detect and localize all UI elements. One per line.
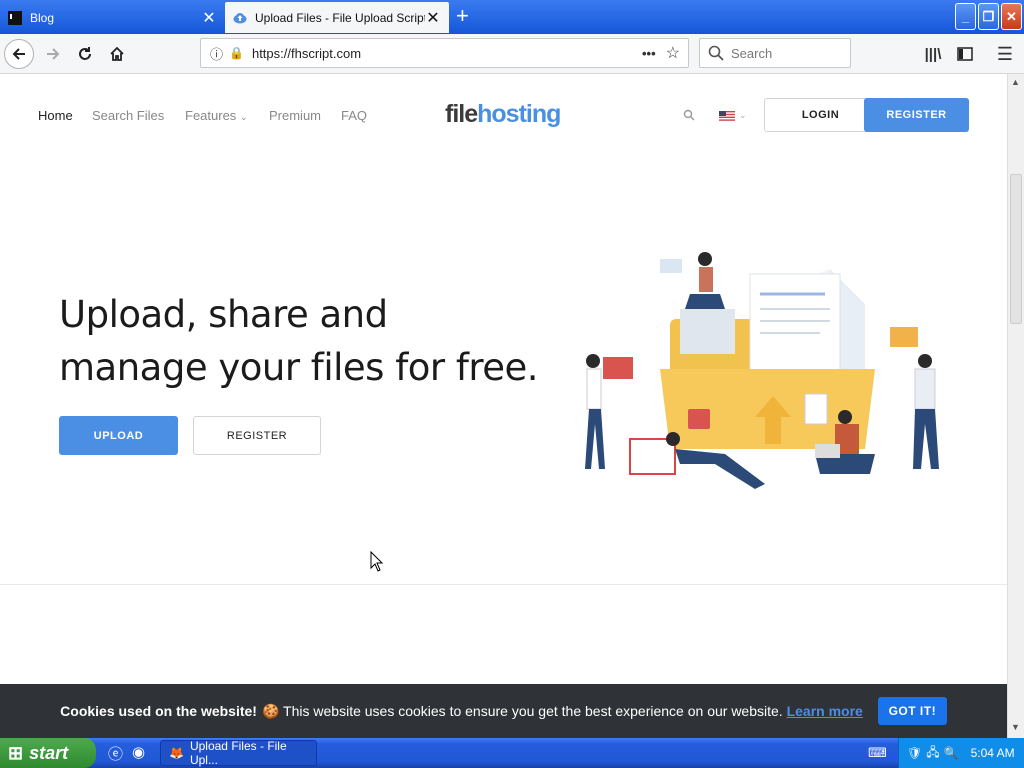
url-bar[interactable]: ⓘ 🔒 https://fhscript.com ••• ☆ <box>200 38 689 68</box>
search-placeholder: Search <box>731 45 773 61</box>
register-header-button[interactable]: REGISTER <box>864 98 969 132</box>
lock-warning-icon[interactable]: 🔒 <box>229 46 244 60</box>
chevron-down-icon: ⌄ <box>739 110 747 120</box>
forward-button[interactable] <box>38 39 68 69</box>
sidebar-button[interactable] <box>950 39 980 69</box>
page-actions-icon[interactable]: ••• <box>642 46 656 61</box>
page-scrollbar[interactable]: ▲ ▼ <box>1007 74 1024 738</box>
cookie-banner: Cookies used on the website! 🍪 This webs… <box>0 684 1007 738</box>
logo-part-hosting: hosting <box>477 100 561 128</box>
minimize-button[interactable]: _ <box>955 3 976 30</box>
arrow-left-icon <box>12 48 25 60</box>
system-tray: 🛡 🖧 🔍 5:04 AM <box>898 738 1024 768</box>
taskbar-window-label: Upload Files - File Upl... <box>189 739 287 767</box>
network-icon[interactable]: 🖧 <box>926 743 939 764</box>
calendar-icon <box>629 438 676 475</box>
nav-premium[interactable]: Premium <box>269 108 321 123</box>
info-icon[interactable]: ⓘ <box>210 44 223 63</box>
windows-logo-icon: ⊞ <box>8 742 24 763</box>
tab-label: Upload Files - File Upload Script <box>255 10 425 25</box>
security-shield-icon[interactable]: 🛡 <box>907 746 922 760</box>
music-note-icon <box>688 409 710 429</box>
hero-line-2: manage your files for free. <box>59 346 539 389</box>
got-it-button[interactable]: GOT IT! <box>877 697 947 725</box>
mail-icon <box>890 327 918 347</box>
home-button[interactable] <box>102 39 132 69</box>
clock: 5:04 AM <box>970 746 1015 760</box>
close-tab-icon[interactable]: ✕ <box>425 8 441 28</box>
restore-icon: ❐ <box>982 8 995 24</box>
scroll-up-icon[interactable]: ▲ <box>1011 77 1020 87</box>
windows-taskbar: ⊞ start ⓔ ◉ 🦊 Upload Files - File Upl...… <box>0 738 1024 768</box>
logo-part-file: file <box>445 100 478 128</box>
document-sheet <box>749 273 841 385</box>
hamburger-icon: ☰ <box>996 43 1014 64</box>
taskbar-window-button[interactable]: 🦊 Upload Files - File Upl... <box>160 739 317 767</box>
start-label: start <box>29 742 69 763</box>
tab-blog[interactable]: Blog ✕ <box>0 2 225 33</box>
sidebar-icon <box>957 47 973 61</box>
scrollbar-thumb[interactable] <box>1010 174 1022 324</box>
reload-icon <box>79 47 91 60</box>
register-hero-button[interactable]: REGISTER <box>193 416 321 455</box>
learn-more-link[interactable]: Learn more <box>787 703 863 719</box>
search-bar[interactable]: Search <box>699 38 851 68</box>
tab-label: Blog <box>30 10 55 25</box>
library-icon: |||\ <box>924 45 942 63</box>
new-tab-button[interactable]: + <box>456 4 469 28</box>
reload-button[interactable] <box>70 39 100 69</box>
nav-faq[interactable]: FAQ <box>341 108 367 123</box>
restore-button[interactable]: ❐ <box>978 3 999 30</box>
close-tab-icon[interactable]: ✕ <box>201 8 217 28</box>
explorer-icon[interactable]: ◉ <box>132 743 145 761</box>
firefox-icon: 🦊 <box>169 746 184 760</box>
section-divider <box>0 584 1007 585</box>
search-tray-icon[interactable]: 🔍 <box>944 746 959 760</box>
browser-toolbar: ⓘ 🔒 https://fhscript.com ••• ☆ Search ||… <box>0 34 1024 74</box>
mouse-cursor-icon <box>370 551 384 572</box>
webpage: Home Search Files Features ⌄ Premium FAQ… <box>0 74 1007 684</box>
hero-headline: Upload, share and manage your files for … <box>59 288 539 394</box>
hero-line-1: Upload, share and <box>59 293 388 336</box>
file-icon <box>804 393 828 425</box>
person-on-folder <box>685 252 725 309</box>
person-with-video <box>585 354 633 469</box>
star-icon[interactable]: ☆ <box>666 43 680 63</box>
nav-home[interactable]: Home <box>38 108 73 123</box>
person-standing-phone <box>913 354 939 469</box>
hero-illustration <box>585 252 939 489</box>
language-selector[interactable]: ⌄ <box>719 110 747 121</box>
cookie-text: This website uses cookies to ensure you … <box>279 703 787 719</box>
nav-search-files[interactable]: Search Files <box>92 108 164 123</box>
tab-upload-files[interactable]: Upload Files - File Upload Script ✕ <box>225 2 449 33</box>
minimize-icon: _ <box>961 9 970 24</box>
cloud-upload-icon <box>233 11 247 25</box>
scroll-down-icon[interactable]: ▼ <box>1011 722 1020 732</box>
start-button[interactable]: ⊞ start <box>0 738 96 768</box>
url-text[interactable]: https://fhscript.com <box>252 46 642 61</box>
menu-button[interactable]: ☰ <box>990 39 1020 69</box>
nav-features[interactable]: Features ⌄ <box>185 108 247 123</box>
image-icon <box>660 259 682 273</box>
keyboard-icon[interactable]: ⌨ <box>868 745 887 761</box>
site-logo[interactable]: filehosting <box>445 100 561 129</box>
us-flag-icon <box>719 110 735 121</box>
chevron-down-icon: ⌄ <box>239 112 248 122</box>
home-icon <box>110 46 124 61</box>
ie-icon[interactable]: ⓔ <box>108 743 123 764</box>
login-button[interactable]: LOGIN <box>764 98 877 132</box>
close-icon: ✕ <box>1006 8 1017 24</box>
search-icon <box>708 45 724 61</box>
close-window-button[interactable]: ✕ <box>1001 3 1022 30</box>
upload-button[interactable]: UPLOAD <box>59 416 178 455</box>
site-search-icon[interactable] <box>683 108 695 126</box>
cookie-title: Cookies used on the website! <box>60 703 257 719</box>
terminal-icon <box>8 10 22 25</box>
arrow-right-icon <box>47 48 60 60</box>
library-button[interactable]: |||\ <box>918 39 948 69</box>
browser-titlebar: Blog ✕ Upload Files - File Upload Script… <box>0 0 1024 34</box>
cookie-emoji-icon: 🍪 <box>261 702 280 719</box>
back-button[interactable] <box>4 39 34 69</box>
nav-features-label: Features <box>185 108 237 123</box>
